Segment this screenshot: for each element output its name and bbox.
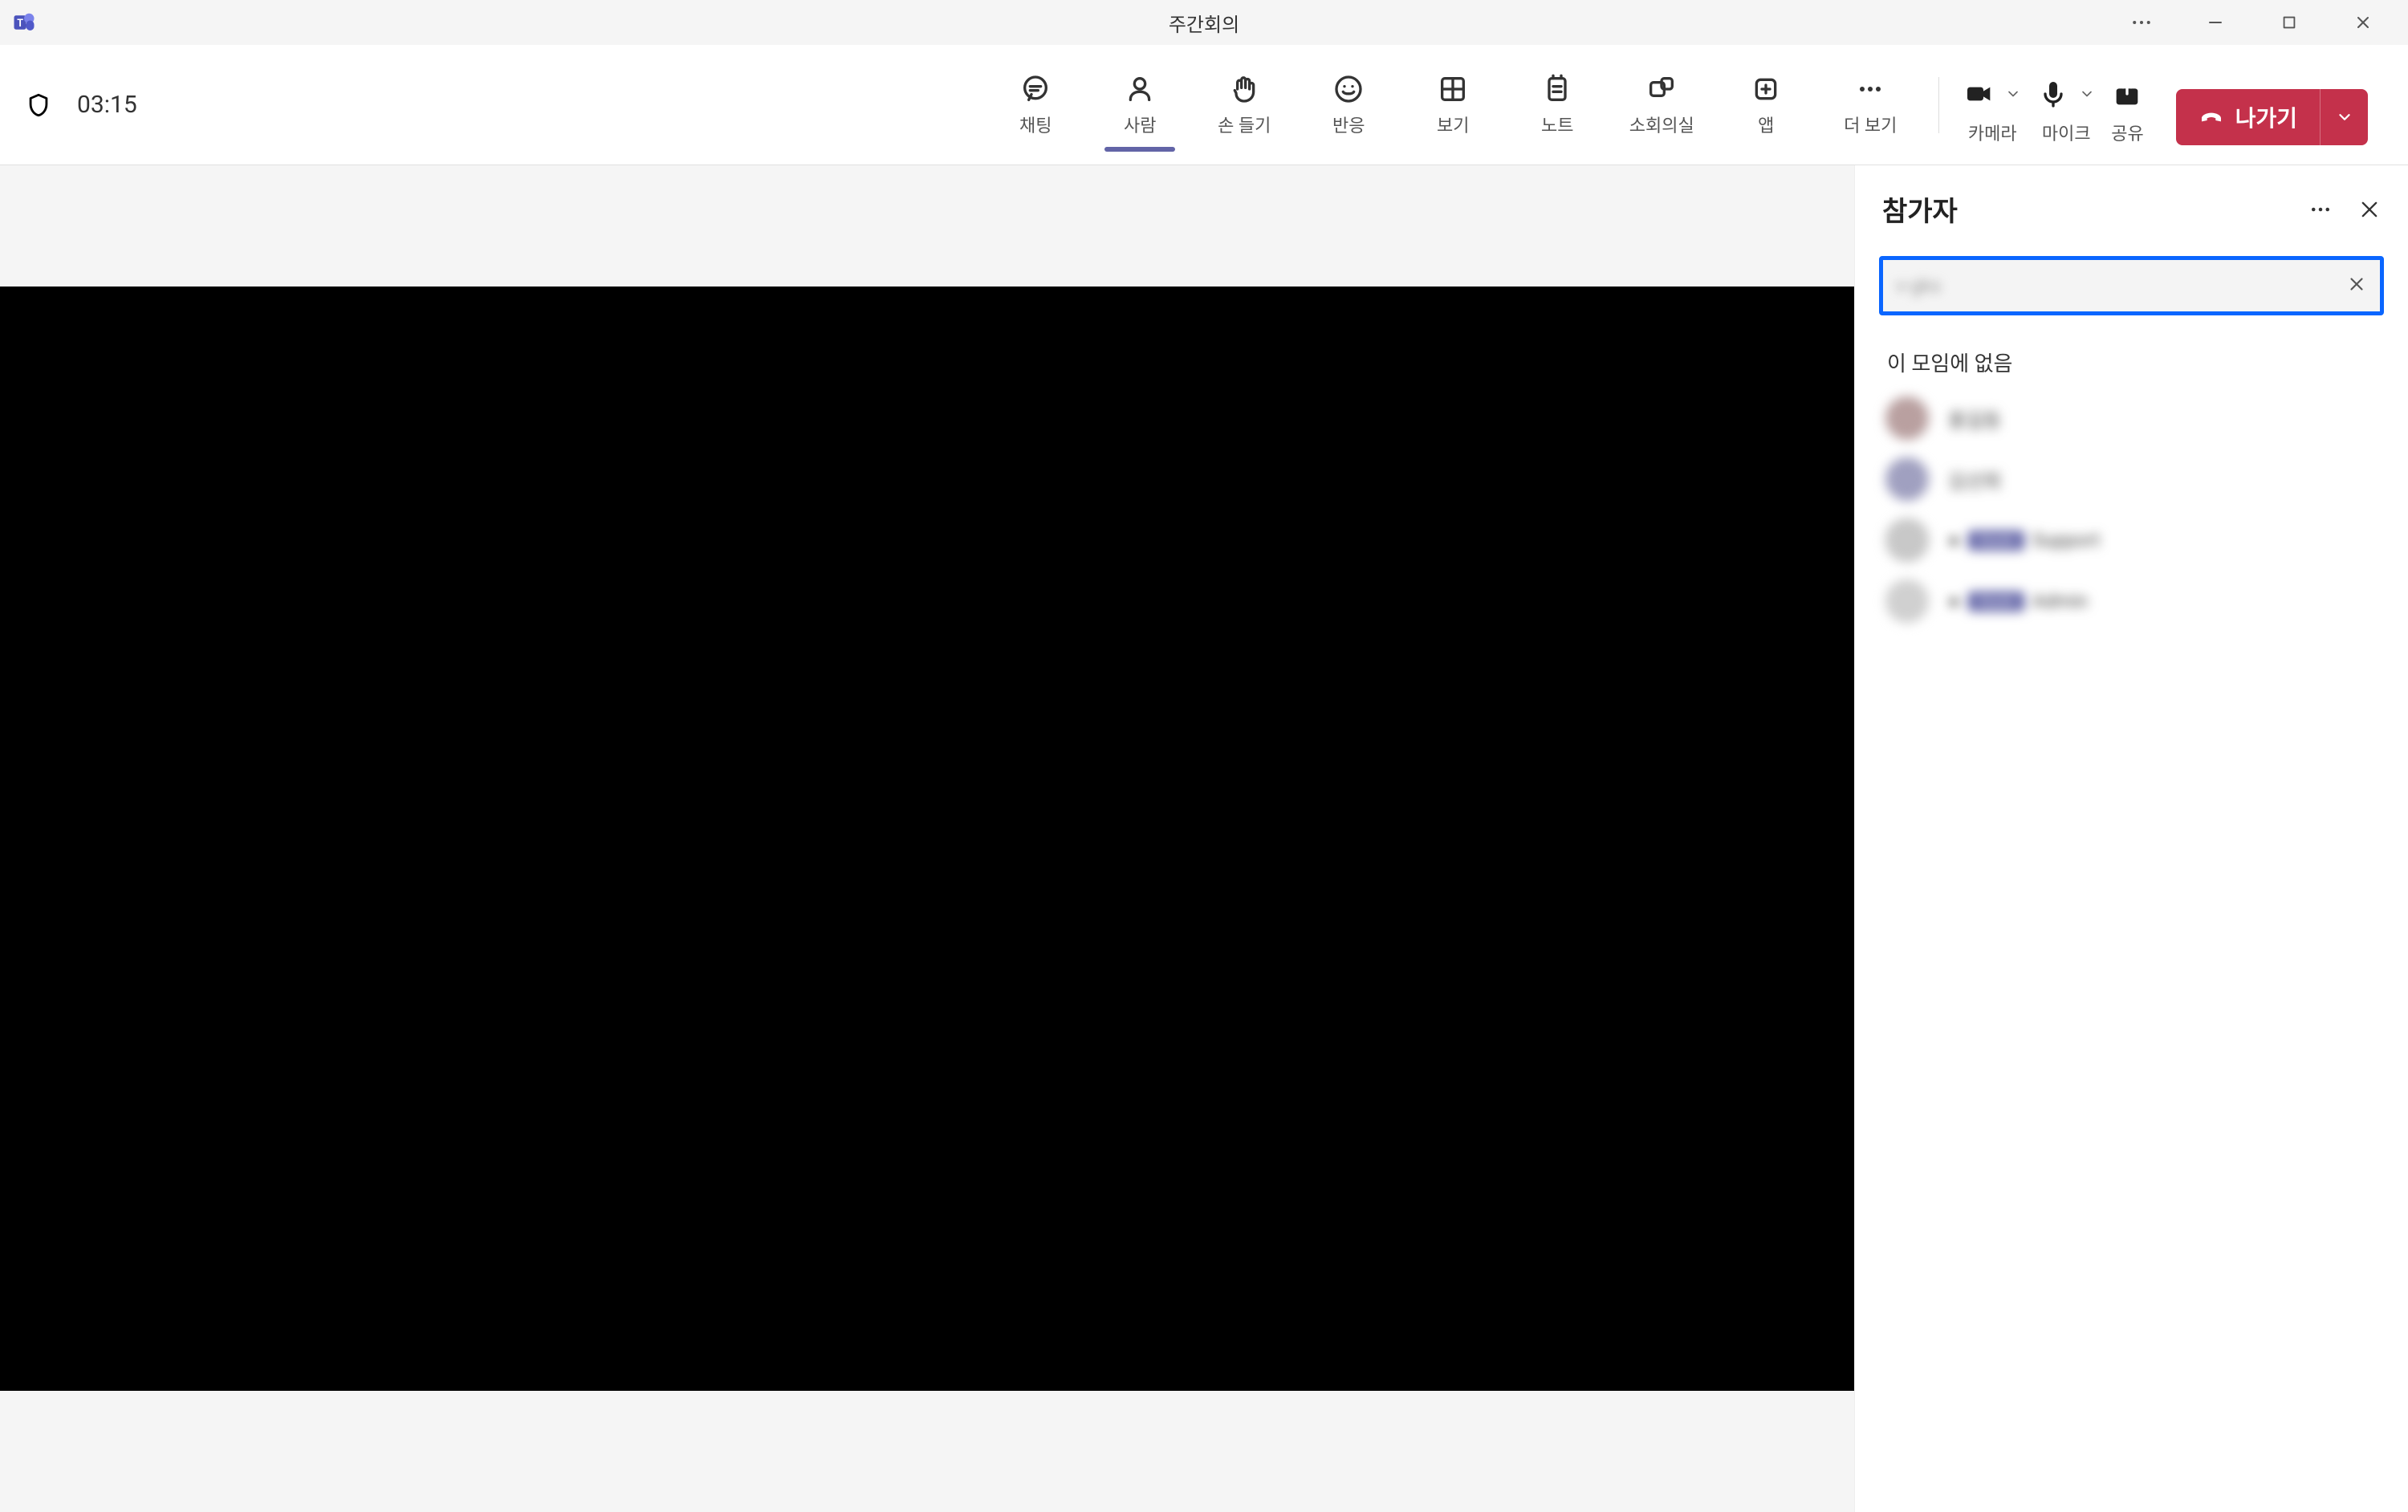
maximize-button[interactable] — [2252, 0, 2326, 45]
participants-panel: 참가자 이 모임에 없음 홍길동 — [1854, 165, 2408, 1512]
close-window-button[interactable] — [2326, 0, 2400, 45]
more-window-button[interactable] — [2105, 0, 2178, 45]
apps-icon — [1750, 73, 1782, 105]
more-label: 더 보기 — [1844, 112, 1897, 137]
grid-icon — [1437, 73, 1469, 105]
participant-row[interactable]: ● Azure Admin — [1885, 579, 2377, 623]
toolbar-left: 03:15 — [24, 91, 137, 120]
share-button[interactable]: 공유 — [2111, 78, 2143, 145]
leave-label: 나가기 — [2235, 101, 2297, 133]
meeting-toolbar: 03:15 채팅 사람 손 들기 반응 — [0, 45, 2408, 165]
search-input[interactable] — [1896, 274, 2338, 297]
phone-down-icon — [2199, 104, 2224, 130]
toolbar-center: 채팅 사람 손 들기 반응 보기 — [991, 65, 2368, 145]
participant-name: ● Azure Support — [1948, 529, 2100, 552]
participant-name: ● Azure Admin — [1948, 590, 2088, 613]
avatar — [1885, 396, 1929, 440]
notes-label: 노트 — [1541, 112, 1573, 137]
smile-icon — [1332, 73, 1365, 105]
share-icon — [2111, 78, 2143, 113]
avatar — [1885, 457, 1929, 501]
chat-label: 채팅 — [1019, 112, 1051, 137]
camera-icon — [1963, 78, 1995, 113]
panel-title: 참가자 — [1882, 189, 1958, 229]
people-icon — [1124, 73, 1156, 105]
view-label: 보기 — [1437, 112, 1469, 137]
reactions-button[interactable]: 반응 — [1304, 65, 1393, 145]
leave-dropdown[interactable] — [2320, 89, 2368, 145]
participant-row[interactable]: 홍길동 — [1885, 396, 2377, 440]
breakout-rooms-button[interactable]: 소회의실 — [1617, 65, 1706, 145]
reactions-label: 반응 — [1332, 112, 1365, 137]
participant-row[interactable]: 김선희 — [1885, 457, 2377, 501]
participant-search[interactable] — [1879, 256, 2384, 315]
app-icon: T — [8, 6, 40, 39]
chat-icon — [1019, 73, 1051, 105]
window-title: 주간회의 — [1169, 9, 1239, 37]
share-label: 공유 — [2111, 120, 2143, 145]
mic-label: 마이크 — [2042, 120, 2091, 145]
mic-dropdown[interactable] — [2079, 86, 2095, 105]
chat-button[interactable]: 채팅 — [991, 65, 1080, 145]
breakout-label: 소회의실 — [1629, 112, 1694, 137]
view-button[interactable]: 보기 — [1409, 65, 1497, 145]
camera-dropdown[interactable] — [2005, 86, 2021, 105]
leave-button-group: 나가기 — [2176, 89, 2368, 145]
avatar — [1885, 579, 1929, 623]
avatar — [1885, 518, 1929, 562]
mic-icon — [2037, 78, 2069, 113]
video-stage — [0, 287, 1854, 1391]
participant-row[interactable]: ● Azure Support — [1885, 518, 2377, 562]
titlebar: T 주간회의 — [0, 0, 2408, 45]
leave-button[interactable]: 나가기 — [2176, 101, 2320, 133]
camera-button[interactable]: 카메라 — [1963, 78, 2021, 145]
search-clear-button[interactable] — [2346, 274, 2367, 298]
svg-text:T: T — [17, 18, 23, 30]
raise-hand-label: 손 들기 — [1218, 112, 1271, 137]
panel-header: 참가자 — [1855, 165, 2408, 237]
more-icon — [1854, 73, 1886, 105]
more-button[interactable]: 더 보기 — [1826, 65, 1914, 145]
breakout-icon — [1645, 73, 1678, 105]
minimize-button[interactable] — [2178, 0, 2252, 45]
section-not-in-meeting: 이 모임에 없음 — [1855, 328, 2408, 396]
video-area — [0, 165, 1854, 1512]
people-button[interactable]: 사람 — [1096, 65, 1184, 145]
camera-label: 카메라 — [1968, 120, 2017, 145]
notes-icon — [1541, 73, 1573, 105]
raise-hand-icon — [1228, 73, 1260, 105]
participant-name: 김선희 — [1948, 465, 2001, 494]
raise-hand-button[interactable]: 손 들기 — [1200, 65, 1288, 145]
people-label: 사람 — [1124, 112, 1156, 137]
mic-button[interactable]: 마이크 — [2037, 78, 2095, 145]
shield-icon[interactable] — [24, 91, 53, 120]
main-area: 참가자 이 모임에 없음 홍길동 — [0, 165, 2408, 1512]
participant-name: 홍길동 — [1948, 404, 2001, 433]
window-controls — [2105, 0, 2400, 45]
apps-button[interactable]: 앱 — [1722, 65, 1810, 145]
panel-close-button[interactable] — [2358, 198, 2381, 221]
panel-more-button[interactable] — [2308, 197, 2333, 222]
toolbar-divider — [1938, 77, 1939, 133]
notes-button[interactable]: 노트 — [1513, 65, 1601, 145]
meeting-timer: 03:15 — [77, 91, 137, 119]
participant-list: 홍길동 김선희 ● Azure Support ● Azure Admi — [1855, 396, 2408, 623]
apps-label: 앱 — [1758, 112, 1774, 137]
